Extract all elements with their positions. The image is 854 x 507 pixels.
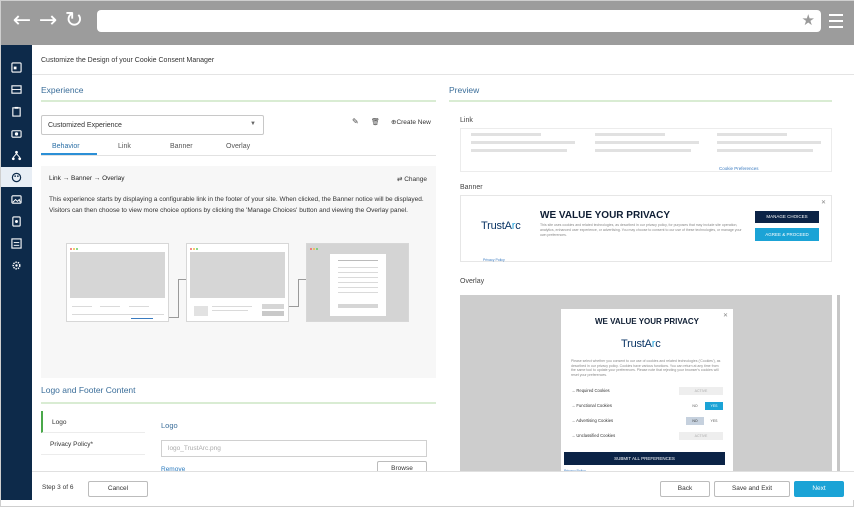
change-button[interactable]: ⇄ Change <box>397 175 427 183</box>
flow-arrow <box>169 317 178 318</box>
step-indicator: Step 3 of 6 <box>42 484 74 491</box>
page-title: Customize the Design of your Cookie Cons… <box>41 57 215 64</box>
cancel-button[interactable]: Cancel <box>88 481 148 497</box>
next-button[interactable]: Next <box>794 481 844 497</box>
flow-arrow <box>289 306 298 307</box>
overlay-mockup <box>306 243 409 322</box>
manage-choices-button[interactable]: MANAGE CHOICES <box>755 211 819 223</box>
wizard-footer: Step 3 of 6 Cancel Back Save and Exit Ne… <box>32 471 854 500</box>
experience-section-title: Experience <box>41 85 84 95</box>
trustarc-logo: TrustArc <box>481 220 521 232</box>
divider <box>32 74 854 75</box>
overlay-title: WE VALUE YOUR PRIVACY <box>594 317 699 326</box>
tab-link[interactable]: Link <box>118 143 131 150</box>
clipboard-icon[interactable] <box>7 103 26 119</box>
cookie-row-required: → Required Cookies ACTIVE <box>571 386 723 396</box>
star-icon[interactable]: ★ <box>802 11 815 29</box>
privacy-policy-link[interactable]: Privacy Policy <box>483 258 505 262</box>
logo-file-input[interactable]: logo_TrustArc.png <box>161 440 427 457</box>
overlay-preview: WE VALUE YOUR PRIVACY ✕ TrustArc Please … <box>460 295 832 477</box>
experience-select[interactable]: Customized Experience ▼ <box>41 115 264 135</box>
nav-item-logo[interactable]: Logo <box>41 411 145 433</box>
swap-icon: ⇄ <box>396 175 403 183</box>
settings-doc-icon[interactable] <box>7 213 26 229</box>
preview-scrollbar[interactable] <box>837 295 840 475</box>
no-toggle[interactable]: NO <box>686 417 704 425</box>
image-icon[interactable] <box>7 191 26 207</box>
forward-arrow-icon[interactable]: → <box>37 9 59 33</box>
cookie-preferences-link[interactable]: Cookie Preferences <box>719 166 759 171</box>
nav-item-privacy-policy[interactable]: Privacy Policy* <box>41 433 145 455</box>
create-new-button[interactable]: ⊕Create New <box>391 118 431 126</box>
tab-overlay[interactable]: Overlay <box>226 143 250 150</box>
preview-section-title: Preview <box>449 85 480 95</box>
experience-select-value: Customized Experience <box>48 122 122 129</box>
browser-chrome: ← → ↻ ★ <box>1 1 854 45</box>
cookie-row-functional: → Functional Cookies NO YES <box>571 401 723 411</box>
palette-icon[interactable] <box>1 167 32 187</box>
agree-proceed-button[interactable]: AGREE & PROCEED <box>755 228 819 241</box>
address-bar[interactable]: ★ <box>97 10 821 32</box>
logo-footer-nav: Logo Privacy Policy* <box>41 411 145 455</box>
trustarc-logo: TrustArc <box>621 338 661 350</box>
save-and-exit-button[interactable]: Save and Exit <box>714 481 790 497</box>
gear-icon[interactable] <box>7 257 26 273</box>
logo-footer-section-title: Logo and Footer Content <box>41 385 136 395</box>
section-divider <box>41 100 436 102</box>
close-icon[interactable]: ✕ <box>821 199 826 206</box>
cookie-row-unclassified: → Unclassified Cookies ACTIVE <box>571 431 723 441</box>
hierarchy-icon[interactable] <box>7 147 26 163</box>
no-toggle[interactable]: NO <box>686 402 704 410</box>
tab-behavior[interactable]: Behavior <box>52 143 80 150</box>
back-arrow-icon[interactable]: ← <box>11 9 33 33</box>
link-preview: Cookie Preferences <box>460 128 832 172</box>
overlay-panel: WE VALUE YOUR PRIVACY ✕ TrustArc Please … <box>561 309 733 477</box>
grid-icon[interactable] <box>7 81 26 97</box>
yes-toggle[interactable]: YES <box>705 417 723 425</box>
flow-title: Link → Banner → Overlay <box>49 175 125 182</box>
behavior-panel: Link → Banner → Overlay ⇄ Change This ex… <box>41 166 436 378</box>
overlay-text: Please select whether you consent to our… <box>571 359 721 377</box>
banner-mockup <box>186 243 289 322</box>
hamburger-menu-icon[interactable] <box>829 14 843 28</box>
banner-text: This site uses cookies and related techn… <box>540 223 742 237</box>
sidebar <box>1 45 32 500</box>
dashboard-icon[interactable] <box>7 59 26 75</box>
edit-icon[interactable]: ✎ <box>352 117 359 126</box>
status-badge: ACTIVE <box>679 432 723 440</box>
tab-banner[interactable]: Banner <box>170 143 193 150</box>
yes-toggle[interactable]: YES <box>705 402 723 410</box>
report-icon[interactable] <box>7 235 26 251</box>
chevron-down-icon: ▼ <box>250 121 256 127</box>
banner-preview: TrustArc WE VALUE YOUR PRIVACY This site… <box>460 195 832 262</box>
trash-icon[interactable]: 🗑 <box>371 118 380 126</box>
cookie-row-advertising: → Advertising Cookies NO YES <box>571 416 723 426</box>
link-preview-label: Link <box>460 117 473 124</box>
back-button[interactable]: Back <box>660 481 710 497</box>
banner-title: WE VALUE YOUR PRIVACY <box>540 210 671 221</box>
status-badge: ACTIVE <box>679 387 723 395</box>
tab-divider <box>41 155 436 156</box>
flow-description: This experience starts by displaying a c… <box>49 196 424 214</box>
submit-preferences-button[interactable]: SUBMIT ALL PREFERENCES <box>564 452 725 465</box>
section-divider <box>41 402 436 404</box>
banner-preview-label: Banner <box>460 184 483 191</box>
main-content: Customize the Design of your Cookie Cons… <box>32 45 854 500</box>
close-icon[interactable]: ✕ <box>723 312 728 319</box>
overlay-preview-label: Overlay <box>460 278 485 285</box>
camera-icon[interactable] <box>7 125 26 141</box>
logo-field-label: Logo <box>161 421 178 430</box>
refresh-icon[interactable]: ↻ <box>63 9 85 33</box>
section-divider <box>449 100 832 102</box>
link-mockup <box>66 243 169 322</box>
app-frame: ← → ↻ ★ Customize the Design of your Coo… <box>0 0 854 507</box>
